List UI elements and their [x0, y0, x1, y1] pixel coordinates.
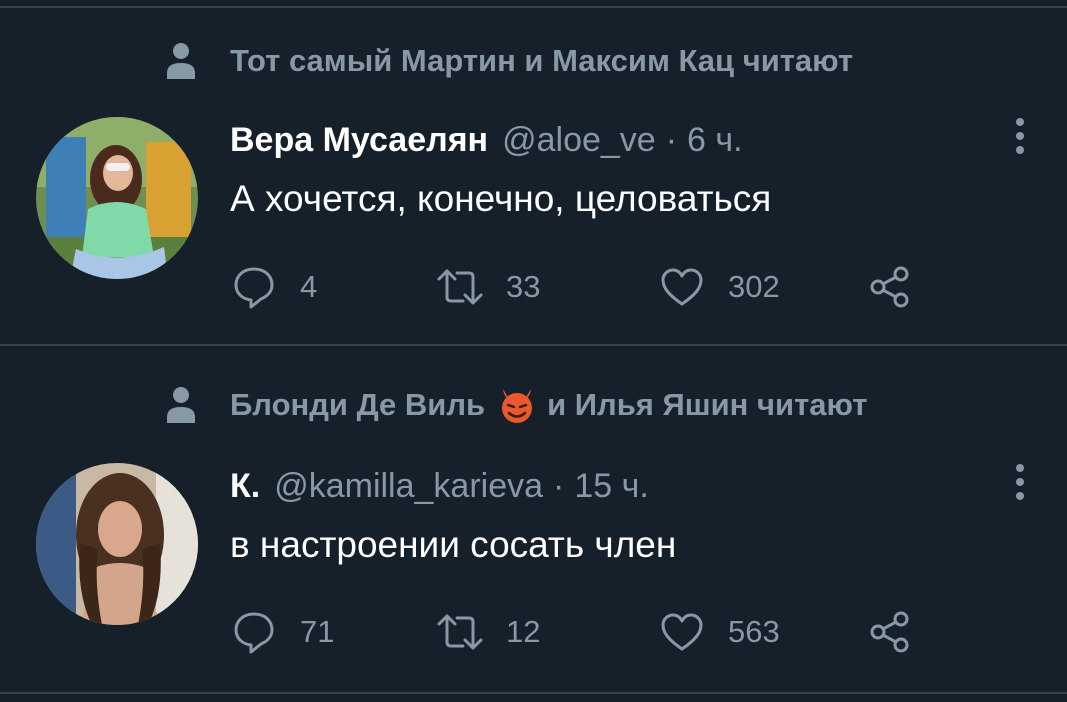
tweet-divider	[0, 692, 1067, 694]
reply-count: 71	[300, 614, 335, 649]
timeline-feed: Тот самый Мартин и Максим Кац читают Вер…	[0, 0, 1067, 702]
vertical-dots-icon[interactable]	[1002, 114, 1038, 158]
tweet-header: Вера Мусаелян @aloe_ve · 6 ч.	[230, 121, 743, 160]
user-handle[interactable]: @aloe_ve	[502, 121, 656, 160]
retweet-arrows-icon	[436, 263, 484, 311]
share-nodes-icon	[866, 263, 914, 311]
tweet-timestamp[interactable]: 6 ч.	[687, 121, 743, 160]
share-nodes-icon	[866, 608, 914, 656]
tweet-card[interactable]: Тот самый Мартин и Максим Кац читают Вер…	[0, 8, 1067, 344]
social-context[interactable]: Тот самый Мартин и Максим Кац читают	[160, 36, 853, 86]
social-context[interactable]: Блонди Де Виль и Илья Яшин читают	[160, 380, 867, 430]
avatar[interactable]	[36, 117, 198, 279]
smiling-devil-emoji-icon	[497, 385, 537, 425]
heart-icon	[658, 608, 706, 656]
tweet-text: А хочется, конечно, целоваться	[230, 178, 772, 219]
tweet-text: в настроении сосать член	[230, 524, 677, 565]
person-icon	[160, 384, 202, 426]
tweet-actions: 4 33 302	[230, 262, 930, 312]
speech-bubble-icon	[230, 263, 278, 311]
social-context-rest: и Илья Яшин читают	[547, 387, 868, 422]
top-divider	[0, 0, 1067, 8]
like-count: 563	[728, 614, 780, 649]
like-button[interactable]: 563	[658, 607, 780, 657]
user-handle[interactable]: @kamilla_karieva	[274, 467, 543, 506]
reply-count: 4	[300, 269, 318, 304]
tweet-timestamp[interactable]: 15 ч.	[574, 467, 648, 506]
retweet-button[interactable]: 12	[436, 607, 540, 657]
social-context-user: Блонди Де Виль	[230, 387, 486, 422]
tweet-card[interactable]: Блонди Де Виль и Илья Яшин читают К. @ka…	[0, 346, 1067, 692]
person-icon	[160, 40, 202, 82]
tweet-actions: 71 12 563	[230, 607, 930, 657]
retweet-arrows-icon	[436, 608, 484, 656]
share-button[interactable]	[866, 262, 936, 312]
reply-button[interactable]: 4	[230, 262, 317, 312]
display-name[interactable]: К.	[230, 467, 260, 506]
heart-icon	[658, 263, 706, 311]
share-button[interactable]	[866, 607, 936, 657]
tweet-header: К. @kamilla_karieva · 15 ч.	[230, 467, 649, 506]
separator-dot: ·	[553, 467, 565, 505]
like-button[interactable]: 302	[658, 262, 780, 312]
reply-button[interactable]: 71	[230, 607, 334, 657]
separator-dot: ·	[665, 121, 678, 159]
vertical-dots-icon[interactable]	[1002, 460, 1038, 504]
retweet-button[interactable]: 33	[436, 262, 540, 312]
social-context-text: Тот самый Мартин и Максим Кац читают	[230, 43, 854, 78]
avatar[interactable]	[36, 463, 198, 625]
like-count: 302	[728, 269, 780, 304]
display-name[interactable]: Вера Мусаелян	[230, 121, 488, 160]
social-context-text: Блонди Де Виль и Илья Яшин читают	[230, 385, 867, 425]
retweet-count: 33	[506, 269, 541, 304]
speech-bubble-icon	[230, 608, 278, 656]
retweet-count: 12	[506, 614, 541, 649]
